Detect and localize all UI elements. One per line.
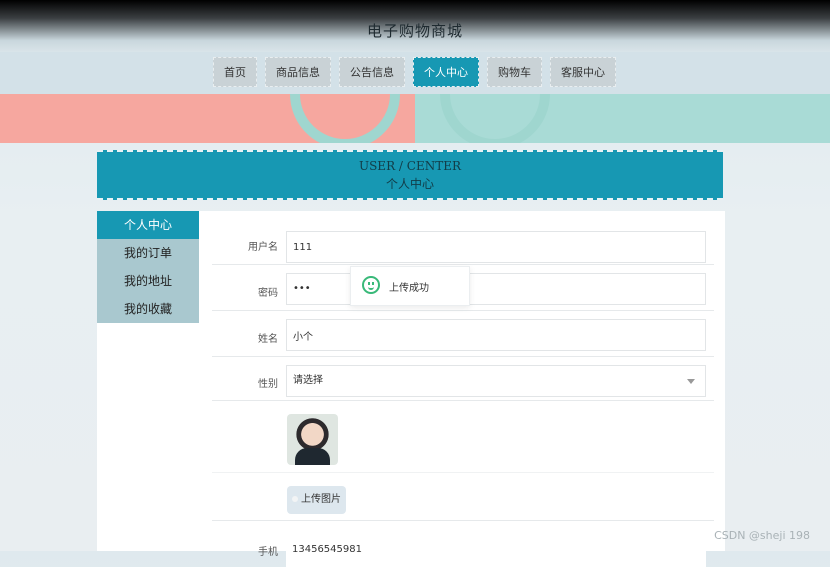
sidebar-item-favorites[interactable]: 我的收藏 bbox=[97, 295, 199, 323]
avatar-shirt bbox=[295, 448, 330, 465]
upload-icon bbox=[292, 496, 298, 502]
smile-icon bbox=[362, 276, 380, 294]
form-row-name: 姓名 bbox=[212, 310, 714, 357]
upload-image-button[interactable]: 上传图片 bbox=[287, 486, 346, 514]
banner-image bbox=[0, 94, 830, 143]
top-header: 电子购物商城 bbox=[0, 0, 830, 52]
main-navbar: 首页 商品信息 公告信息 个人中心 购物车 客服中心 bbox=[0, 52, 830, 94]
phone-input[interactable]: 13456545981 bbox=[286, 535, 706, 567]
nav-items: 首页 商品信息 公告信息 个人中心 购物车 客服中心 bbox=[213, 57, 616, 87]
gender-select[interactable]: 请选择 bbox=[286, 365, 706, 397]
nav-item-notices[interactable]: 公告信息 bbox=[339, 57, 405, 87]
form-row-username: 用户名 bbox=[212, 226, 714, 265]
sidebar-item-user-center[interactable]: 个人中心 bbox=[97, 211, 199, 239]
sidebar-item-orders[interactable]: 我的订单 bbox=[97, 239, 199, 267]
name-input[interactable] bbox=[286, 319, 706, 351]
sidebar: 个人中心 我的订单 我的地址 我的收藏 bbox=[97, 211, 199, 323]
chevron-down-icon bbox=[687, 379, 695, 384]
gender-label: 性别 bbox=[258, 379, 278, 390]
nav-item-products[interactable]: 商品信息 bbox=[265, 57, 331, 87]
sidebar-item-address[interactable]: 我的地址 bbox=[97, 267, 199, 295]
nav-item-user-center[interactable]: 个人中心 bbox=[413, 57, 479, 87]
avatar-image bbox=[287, 414, 338, 465]
form-row-gender: 性别 请选择 bbox=[212, 356, 714, 401]
upload-label: 上传图片 bbox=[301, 494, 341, 505]
csdn-watermark: CSDN @sheji 198 bbox=[714, 529, 810, 542]
section-header: USER / CENTER 个人中心 bbox=[97, 150, 723, 200]
password-label: 密码 bbox=[258, 288, 278, 299]
username-input[interactable] bbox=[286, 231, 706, 263]
section-title-cn: 个人中心 bbox=[385, 177, 434, 191]
toast-message: 上传成功 bbox=[389, 283, 429, 294]
form-row-phone: 手机 13456545981 bbox=[212, 520, 714, 567]
upload-success-toast: 上传成功 bbox=[350, 266, 470, 306]
password-input[interactable]: ••• bbox=[286, 273, 706, 305]
gender-select-value: 请选择 bbox=[293, 375, 323, 386]
nav-item-home[interactable]: 首页 bbox=[213, 57, 257, 87]
section-title-en: USER / CENTER bbox=[358, 159, 462, 173]
name-label: 姓名 bbox=[258, 334, 278, 345]
nav-item-cart[interactable]: 购物车 bbox=[487, 57, 542, 87]
nav-item-service[interactable]: 客服中心 bbox=[550, 57, 616, 87]
site-title: 电子购物商城 bbox=[366, 22, 463, 40]
username-label: 用户名 bbox=[248, 242, 278, 253]
smile-mouth bbox=[368, 285, 374, 290]
